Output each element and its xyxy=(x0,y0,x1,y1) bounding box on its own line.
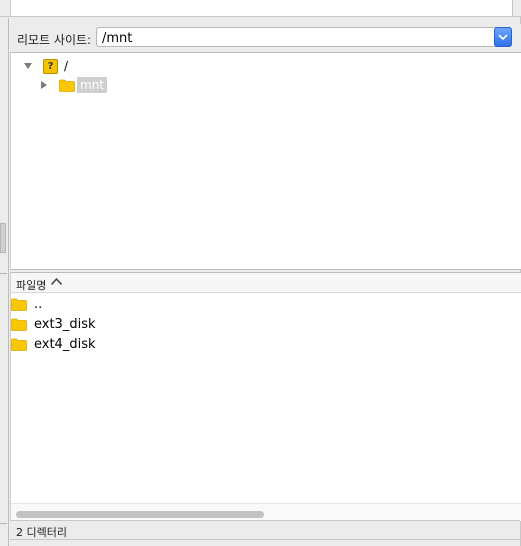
directory-tree[interactable]: ? / mnt xyxy=(10,52,521,270)
list-item[interactable]: .. xyxy=(11,294,521,314)
upper-pane-edge xyxy=(0,0,521,17)
divider xyxy=(0,523,7,524)
status-bar: 2 디렉터리 xyxy=(10,520,520,540)
splitter-handle[interactable] xyxy=(0,223,6,253)
disclosure-collapsed-icon[interactable] xyxy=(39,80,49,90)
remote-path-combobox[interactable]: /mnt xyxy=(96,27,512,47)
file-list[interactable]: 파일명 .. ext3_disk ext4_disk xyxy=(10,272,521,521)
chevron-down-icon xyxy=(498,34,508,40)
divider xyxy=(0,273,7,274)
list-item[interactable]: ext3_disk xyxy=(11,314,521,334)
list-header: 파일명 xyxy=(11,273,521,293)
folder-icon xyxy=(11,318,27,331)
remote-site-bar: 리모트 사이트: /mnt xyxy=(10,24,521,52)
scrollbar-thumb[interactable] xyxy=(16,511,264,518)
item-name: ext3_disk xyxy=(34,316,96,332)
horizontal-scrollbar[interactable] xyxy=(11,503,521,521)
column-header-filename[interactable]: 파일명 xyxy=(16,277,46,293)
folder-icon xyxy=(11,338,27,351)
left-pane-edge xyxy=(0,18,9,546)
remote-site-label: 리모트 사이트: xyxy=(17,33,92,47)
folder-icon xyxy=(59,79,75,92)
tree-node-root[interactable]: ? / xyxy=(23,57,68,75)
upper-pane-content xyxy=(10,0,513,16)
item-name: .. xyxy=(34,296,43,312)
path-dropdown-button[interactable] xyxy=(494,27,512,47)
tree-node-label: mnt xyxy=(77,77,107,93)
item-name: ext4_disk xyxy=(34,336,96,352)
question-icon: ? xyxy=(43,58,58,74)
disclosure-expanded-icon[interactable] xyxy=(23,61,33,71)
folder-icon xyxy=(11,298,27,311)
remote-site-panel: 리모트 사이트: /mnt ? / mnt 파일명 .. ext3_disk e… xyxy=(0,0,521,546)
tree-node-label: / xyxy=(64,59,69,73)
sort-ascending-icon[interactable] xyxy=(51,277,62,286)
tree-node-mnt[interactable]: mnt xyxy=(39,76,107,94)
remote-path-value[interactable]: /mnt xyxy=(102,31,132,46)
list-item[interactable]: ext4_disk xyxy=(11,334,521,354)
status-text: 2 디렉터리 xyxy=(16,526,67,539)
